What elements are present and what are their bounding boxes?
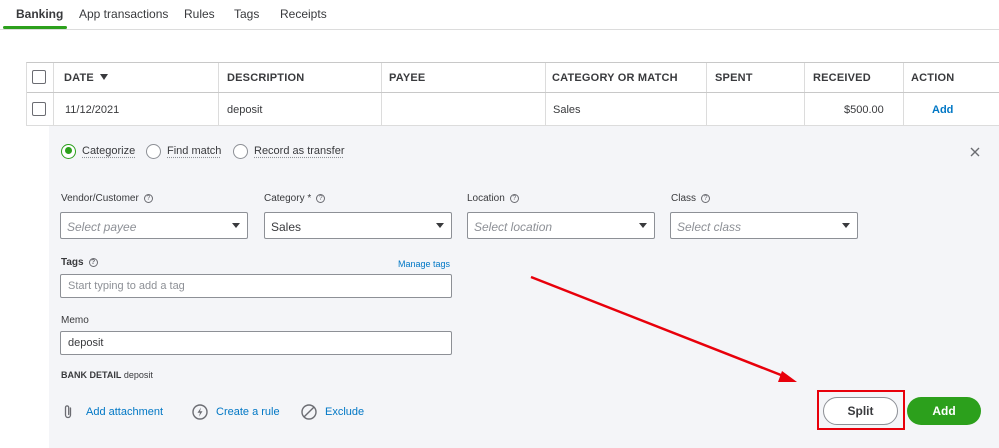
radio-record-transfer[interactable] (233, 143, 248, 159)
vendor-placeholder: Select payee (67, 220, 137, 234)
cell-received: $500.00 (844, 104, 884, 116)
header-spent[interactable]: SPENT (715, 72, 753, 84)
row-checkbox[interactable] (32, 102, 46, 116)
info-icon[interactable]: ? (509, 194, 519, 203)
manage-tags-link[interactable]: Manage tags (398, 259, 450, 269)
lightning-icon (192, 404, 208, 420)
add-attachment-label: Add attachment (86, 406, 164, 418)
exclude-link[interactable]: Exclude (301, 404, 364, 420)
chevron-down-icon (232, 223, 240, 228)
radio-categorize[interactable] (61, 143, 76, 159)
tab-app-transactions[interactable]: App transactions (79, 7, 168, 21)
paperclip-icon (64, 405, 72, 419)
cell-date: 11/12/2021 (65, 104, 120, 116)
create-rule-label: Create a rule (216, 406, 280, 418)
category-label: Category *? (264, 193, 326, 204)
sort-down-icon (99, 74, 108, 80)
tab-tags[interactable]: Tags (234, 7, 259, 21)
header-payee[interactable]: PAYEE (389, 72, 425, 84)
header-action: ACTION (911, 72, 955, 84)
tags-label-text: Tags (61, 257, 84, 268)
tab-receipts[interactable]: Receipts (280, 7, 327, 21)
bank-detail: BANK DETAIL deposit (61, 370, 153, 380)
category-label-text: Category * (264, 193, 312, 204)
tags-placeholder: Start typing to add a tag (68, 280, 185, 292)
radio-find-match[interactable] (146, 143, 161, 159)
location-placeholder: Select location (474, 220, 553, 234)
header-received[interactable]: RECEIVED (813, 72, 871, 84)
memo-value: deposit (68, 337, 104, 349)
header-description[interactable]: DESCRIPTION (227, 72, 304, 84)
exclude-icon (301, 404, 317, 420)
class-label-text: Class (671, 193, 697, 204)
table-header: DATE DESCRIPTION PAYEE CATEGORY OR MATCH… (27, 63, 999, 93)
tags-label: Tags? (61, 257, 98, 268)
memo-input[interactable]: deposit (60, 331, 452, 355)
category-select[interactable]: Sales (264, 212, 452, 239)
vendor-label: Vendor/Customer? (61, 193, 153, 204)
chevron-down-icon (842, 223, 850, 228)
header-date-label: DATE (64, 72, 94, 84)
radio-categorize-label: Categorize (82, 145, 136, 157)
chevron-down-icon (639, 223, 647, 228)
tab-rules[interactable]: Rules (184, 7, 215, 21)
memo-label: Memo (61, 315, 89, 326)
bank-detail-label: BANK DETAIL (61, 370, 122, 380)
row-add-link[interactable]: Add (932, 104, 953, 116)
chevron-down-icon (436, 223, 444, 228)
transactions-table: DATE DESCRIPTION PAYEE CATEGORY OR MATCH… (26, 62, 999, 126)
mode-categorize[interactable]: Categorize (61, 142, 135, 160)
tab-banking[interactable]: Banking (16, 7, 63, 21)
tab-bar: Banking App transactions Rules Tags Rece… (0, 0, 999, 30)
info-icon[interactable]: ? (701, 194, 711, 203)
bank-detail-value: deposit (123, 370, 153, 380)
class-placeholder: Select class (677, 220, 742, 234)
info-icon[interactable]: ? (143, 194, 153, 203)
close-icon[interactable] (969, 146, 981, 158)
info-icon[interactable]: ? (316, 194, 326, 203)
cell-category: Sales (553, 104, 581, 116)
annotation-highlight-box (817, 390, 905, 430)
location-label: Location? (467, 193, 519, 204)
cell-description: deposit (227, 104, 263, 116)
add-attachment-link[interactable]: Add attachment (63, 404, 163, 420)
mode-record-transfer[interactable]: Record as transfer (233, 142, 344, 160)
header-category[interactable]: CATEGORY OR MATCH (552, 72, 678, 84)
add-button[interactable]: Add (907, 397, 981, 425)
table-row[interactable]: 11/12/2021 deposit Sales $500.00 Add (27, 93, 999, 126)
category-value: Sales (271, 220, 302, 234)
info-icon[interactable]: ? (88, 258, 98, 267)
location-label-text: Location (467, 193, 505, 204)
memo-label-text: Memo (61, 315, 89, 326)
class-select[interactable]: Select class (670, 212, 858, 239)
vendor-select[interactable]: Select payee (60, 212, 248, 239)
class-label: Class? (671, 193, 711, 204)
header-date[interactable]: DATE (64, 72, 108, 84)
radio-record-transfer-label: Record as transfer (254, 145, 345, 157)
exclude-label: Exclude (325, 406, 365, 418)
mode-find-match[interactable]: Find match (146, 142, 221, 160)
tags-input[interactable]: Start typing to add a tag (60, 274, 452, 298)
active-tab-indicator (3, 26, 67, 29)
location-select[interactable]: Select location (467, 212, 655, 239)
create-rule-link[interactable]: Create a rule (192, 404, 280, 420)
select-all-checkbox[interactable] (32, 70, 46, 84)
radio-find-match-label: Find match (167, 145, 222, 157)
vendor-label-text: Vendor/Customer (61, 193, 139, 204)
